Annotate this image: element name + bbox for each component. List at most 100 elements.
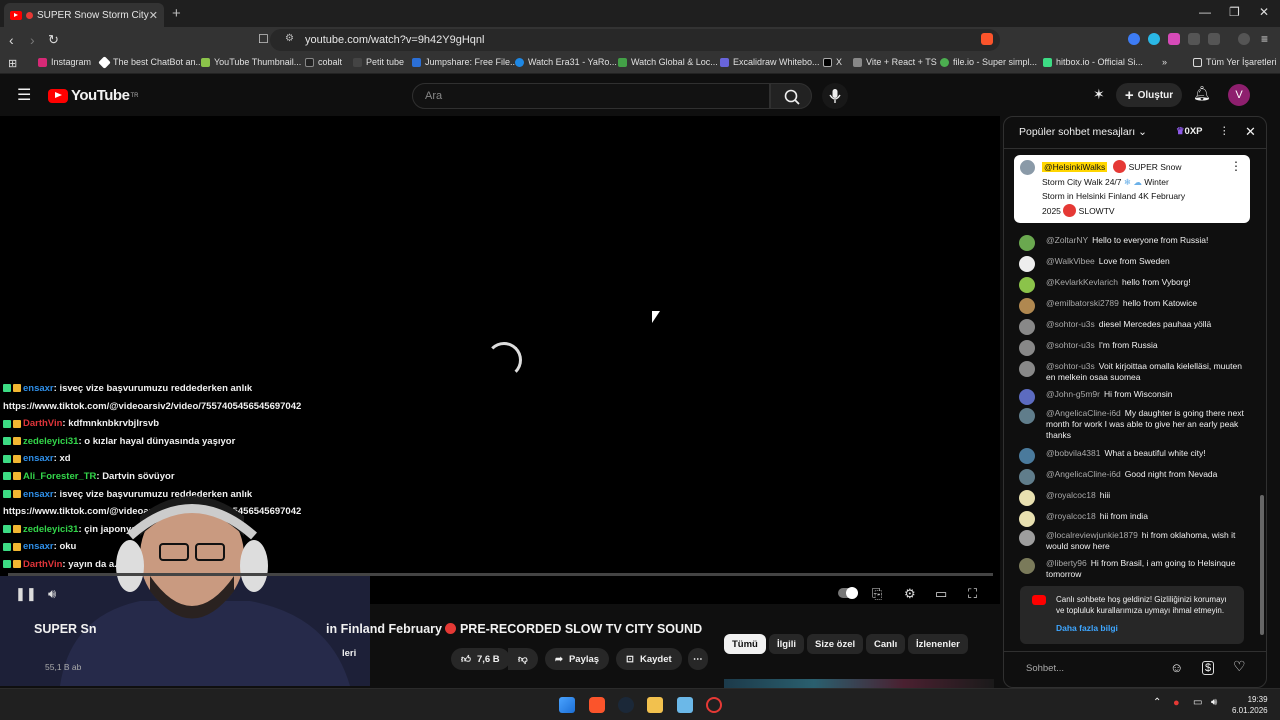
tray-chevron-icon[interactable]: ⌃: [1153, 697, 1161, 708]
minimize-icon[interactable]: —: [1199, 5, 1211, 19]
chat-message[interactable]: @royalcoc18 hii from india: [1019, 511, 1249, 527]
more-vertical-icon[interactable]: ⋮: [1219, 125, 1230, 137]
bookmark-chatbot[interactable]: The best ChatBot an...: [98, 55, 203, 69]
subscribe-button-text[interactable]: leri: [342, 648, 356, 659]
chat-message[interactable]: @sohtor-u3s Voit kirjoittaa omalla kielel…: [1019, 361, 1249, 383]
chat-author[interactable]: @sohtor-u3s: [1046, 340, 1095, 350]
more-vertical-icon[interactable]: ⋮: [1230, 159, 1242, 174]
site-info-icon[interactable]: ⚙: [285, 33, 294, 44]
chat-author[interactable]: @ZoltarNY: [1046, 235, 1088, 245]
browser-tab[interactable]: SUPER Snow Storm City Walk ✕: [4, 3, 164, 27]
chat-message[interactable]: @royalcoc18 hiii: [1019, 490, 1249, 506]
chat-message[interactable]: @AngelicaCline-i6d My daughter is going t…: [1019, 408, 1249, 441]
bookmark-vite[interactable]: Vite + React + TS: [853, 57, 937, 67]
chat-scrollbar[interactable]: [1260, 495, 1264, 635]
dislike-button[interactable]: 👎︎: [508, 648, 538, 670]
chat-author[interactable]: @AngelicaCline-i6d: [1046, 408, 1121, 418]
system-clock[interactable]: 19:39 6.01.2026: [1232, 694, 1268, 716]
chat-author[interactable]: @sohtor-u3s: [1046, 319, 1095, 329]
chip-live[interactable]: Canlı: [866, 634, 906, 654]
bookmark-era31[interactable]: Watch Era31 - YaRo...: [515, 57, 617, 67]
chat-message[interactable]: @John-g5m9r Hi from Wisconsin: [1019, 389, 1249, 405]
pinned-message[interactable]: @HelsinkiWalks SUPER Snow Storm City Wal…: [1014, 155, 1250, 223]
sidebar-icon[interactable]: [1208, 33, 1220, 45]
account-avatar[interactable]: V: [1228, 84, 1250, 106]
search-input[interactable]: Ara: [412, 83, 770, 109]
app-icon[interactable]: [677, 697, 693, 713]
super-chat-icon[interactable]: $: [1202, 661, 1215, 675]
close-chat-icon[interactable]: ✕: [1245, 124, 1256, 140]
emoji-icon[interactable]: ☺: [1170, 660, 1183, 675]
file-explorer-icon[interactable]: [647, 697, 663, 713]
chat-author[interactable]: @bobvila4381: [1046, 448, 1100, 458]
new-tab-button[interactable]: +: [172, 5, 181, 22]
chat-author[interactable]: @WalkVibee: [1046, 256, 1095, 266]
extensions-puzzle-icon[interactable]: [1188, 33, 1200, 45]
chat-message[interactable]: @liberty96 Hi from Brasil, i am going to …: [1019, 558, 1249, 580]
close-window-icon[interactable]: ✕: [1259, 5, 1269, 19]
youtube-logo[interactable]: YouTube TR: [48, 87, 138, 104]
cast-icon[interactable]: ✶: [1093, 86, 1105, 103]
menu-icon[interactable]: ≡: [1261, 32, 1268, 46]
vpn-icon[interactable]: [1238, 33, 1250, 45]
autoplay-toggle[interactable]: [838, 586, 858, 601]
learn-more-link[interactable]: Daha fazla bilgi: [1056, 623, 1236, 634]
bookmark-icon[interactable]: ☐: [258, 32, 269, 46]
extension-icon[interactable]: [1128, 33, 1140, 45]
speaker-icon[interactable]: 🔊︎: [1211, 697, 1217, 708]
maximize-icon[interactable]: ❐: [1229, 5, 1240, 19]
chat-message[interactable]: @sohtor-u3s I'm from Russia: [1019, 340, 1249, 356]
voice-search-button[interactable]: [822, 83, 848, 109]
chat-author[interactable]: @royalcoc18: [1046, 490, 1096, 500]
chat-mode-selector[interactable]: Popüler sohbet mesajları: [1019, 126, 1135, 138]
chip-all[interactable]: Tümü: [724, 634, 766, 654]
subtitles-icon[interactable]: ⎘: [872, 586, 882, 602]
brave-shield-icon[interactable]: [981, 33, 993, 45]
chat-message[interactable]: @bobvila4381 What a beautiful white city!: [1019, 448, 1249, 464]
network-icon[interactable]: ▭: [1193, 697, 1202, 708]
chat-message[interactable]: @ZoltarNY Hello to everyone from Russia!: [1019, 235, 1249, 251]
search-button[interactable]: [770, 83, 812, 109]
save-button[interactable]: ⊡ Kaydet: [616, 648, 682, 670]
extension-icon[interactable]: [1148, 33, 1160, 45]
url-field[interactable]: ⚙ youtube.com/watch?v=9h42Y9gHqnl: [270, 29, 1000, 51]
heart-icon[interactable]: ♡: [1233, 658, 1246, 675]
volume-icon[interactable]: 🔊︎: [48, 586, 56, 602]
bookmark-excalidraw[interactable]: Excalidraw Whitebo...: [720, 57, 820, 67]
pause-icon[interactable]: ❚❚: [15, 586, 37, 602]
bookmark-x[interactable]: X: [823, 57, 842, 67]
fullscreen-icon[interactable]: ⛶: [968, 586, 977, 602]
more-actions-button[interactable]: ⋯: [688, 648, 708, 670]
extension-icon[interactable]: [1168, 33, 1180, 45]
chat-author[interactable]: @royalcoc18: [1046, 511, 1096, 521]
video-progress-bar[interactable]: [8, 573, 993, 576]
chip-for-you[interactable]: Size özel: [807, 634, 864, 654]
chat-message[interactable]: @WalkVibee Love from Sweden: [1019, 256, 1249, 272]
create-button[interactable]: + Oluştur: [1116, 83, 1182, 107]
chip-related[interactable]: İlgili: [769, 634, 804, 654]
notifications-bell-icon[interactable]: 🔔︎: [1193, 85, 1211, 102]
back-icon[interactable]: ‹: [9, 32, 14, 48]
chat-input[interactable]: Sohbet...: [1016, 657, 1170, 679]
forward-icon[interactable]: ›: [30, 32, 35, 48]
chat-message[interactable]: @AngelicaCline-i6d Good night from Nevada: [1019, 469, 1249, 485]
bookmark-thumbnail[interactable]: YouTube Thumbnail...: [201, 57, 301, 67]
bookmark-jumpshare[interactable]: Jumpshare: Free File...: [412, 57, 518, 67]
chat-author[interactable]: @emilbatorski2789: [1046, 298, 1119, 308]
bookmark-petit-tube[interactable]: Petit tube: [353, 57, 404, 67]
steam-icon[interactable]: [618, 697, 634, 713]
recommended-thumbnail[interactable]: [724, 679, 994, 688]
bookmark-cobalt[interactable]: cobalt: [305, 57, 342, 67]
theater-mode-icon[interactable]: ▭: [935, 586, 947, 602]
bookmark-instagram[interactable]: Instagram: [38, 57, 91, 67]
close-tab-icon[interactable]: ✕: [149, 9, 158, 22]
hamburger-menu-icon[interactable]: ☰: [17, 85, 31, 105]
chat-author[interactable]: @KevlarkKevlarich: [1046, 277, 1118, 287]
xp-badge[interactable]: ♛0XP: [1176, 126, 1203, 137]
reload-icon[interactable]: ↻: [48, 32, 59, 48]
chevron-down-icon[interactable]: ⌄: [1138, 126, 1147, 138]
chat-author[interactable]: @AngelicaCline-i6d: [1046, 469, 1121, 479]
apps-grid-icon[interactable]: ⊞: [8, 57, 17, 70]
brave-browser-icon[interactable]: [589, 697, 605, 713]
bookmark-fileio[interactable]: file.io - Super simpl...: [940, 57, 1037, 67]
